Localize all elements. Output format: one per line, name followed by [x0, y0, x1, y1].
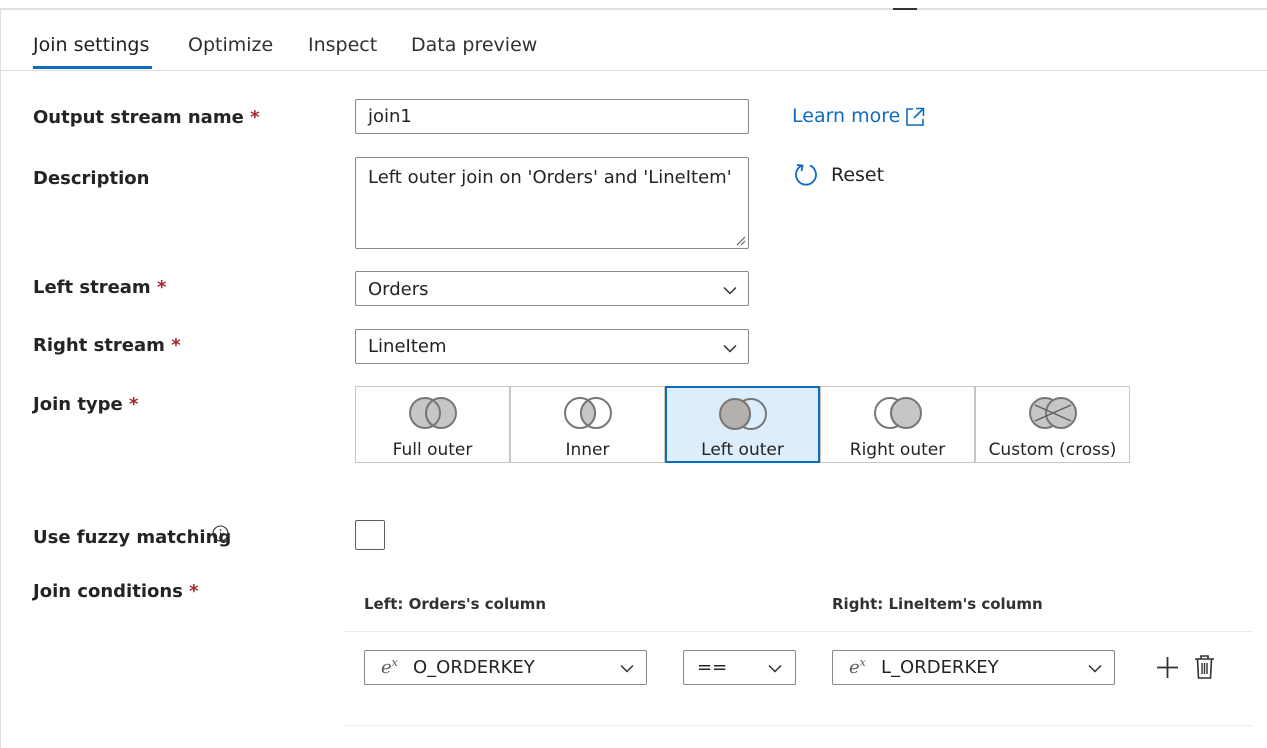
join-conditions-label: Join conditions *: [33, 581, 199, 602]
left-outer-join-icon: [718, 398, 767, 430]
active-tab-underline: [33, 66, 152, 69]
left-border: [0, 10, 1, 748]
left-column-header: Left: Orders's column: [364, 595, 547, 613]
fuzzy-matching-label: Use fuzzy matching: [33, 527, 232, 548]
output-stream-label: Output stream name *: [33, 107, 260, 128]
required-marker: *: [189, 581, 199, 602]
join-type-full-outer[interactable]: Full outer: [355, 386, 510, 463]
resize-handle-icon[interactable]: [735, 235, 746, 246]
expression-icon: ex: [381, 656, 398, 678]
right-stream-select[interactable]: LineItem: [355, 329, 749, 364]
external-link-icon[interactable]: [905, 107, 925, 127]
join-type-left-outer[interactable]: Left outer: [665, 386, 820, 463]
operator-select[interactable]: ==: [683, 650, 796, 685]
tab-data-preview[interactable]: Data preview: [411, 34, 537, 56]
join-type-custom-cross[interactable]: Custom (cross): [975, 386, 1130, 463]
required-marker: *: [129, 394, 139, 415]
description-label: Description: [33, 168, 150, 189]
join-type-right-outer[interactable]: Right outer: [820, 386, 975, 463]
join-type-label: Join type *: [33, 394, 139, 415]
left-column-select[interactable]: ex O_ORDERKEY: [364, 650, 647, 685]
right-column-select[interactable]: ex L_ORDERKEY: [832, 650, 1115, 685]
left-stream-label: Left stream *: [33, 277, 167, 298]
description-textarea[interactable]: Left outer join on 'Orders' and 'LineIte…: [355, 157, 749, 249]
learn-more-link[interactable]: Learn more: [792, 105, 900, 127]
right-outer-join-icon: [873, 397, 922, 429]
top-divider: [0, 8, 1267, 10]
inner-join-icon: [563, 397, 612, 429]
tab-bar: Join settings Optimize Inspect Data prev…: [0, 22, 1267, 71]
chevron-down-icon: [723, 344, 737, 353]
right-stream-label: Right stream *: [33, 335, 181, 356]
required-marker: *: [250, 107, 260, 128]
left-stream-select[interactable]: Orders: [355, 271, 749, 306]
tab-inspect[interactable]: Inspect: [308, 34, 377, 56]
conditions-divider: [345, 631, 1253, 632]
required-marker: *: [156, 277, 167, 298]
conditions-bottom-divider: [345, 725, 1253, 726]
expression-icon: ex: [849, 656, 866, 678]
right-column-header: Right: LineItem's column: [832, 595, 1043, 613]
full-outer-join-icon: [408, 397, 457, 429]
tab-join-settings[interactable]: Join settings: [33, 34, 149, 56]
join-type-inner[interactable]: Inner: [510, 386, 665, 463]
top-tab-indicator: [893, 8, 917, 10]
reset-icon[interactable]: [793, 162, 819, 188]
info-icon[interactable]: [212, 525, 229, 542]
cross-join-icon: [1028, 397, 1077, 429]
fuzzy-matching-checkbox[interactable]: [355, 520, 385, 550]
chevron-down-icon: [768, 664, 782, 673]
trash-icon[interactable]: [1194, 654, 1215, 680]
chevron-down-icon: [620, 664, 634, 673]
required-marker: *: [171, 335, 181, 356]
tab-optimize[interactable]: Optimize: [188, 34, 273, 56]
chevron-down-icon: [723, 286, 737, 295]
reset-button[interactable]: Reset: [831, 164, 884, 186]
chevron-down-icon: [1088, 664, 1102, 673]
output-stream-input[interactable]: join1: [355, 99, 749, 134]
plus-icon[interactable]: [1156, 656, 1179, 679]
